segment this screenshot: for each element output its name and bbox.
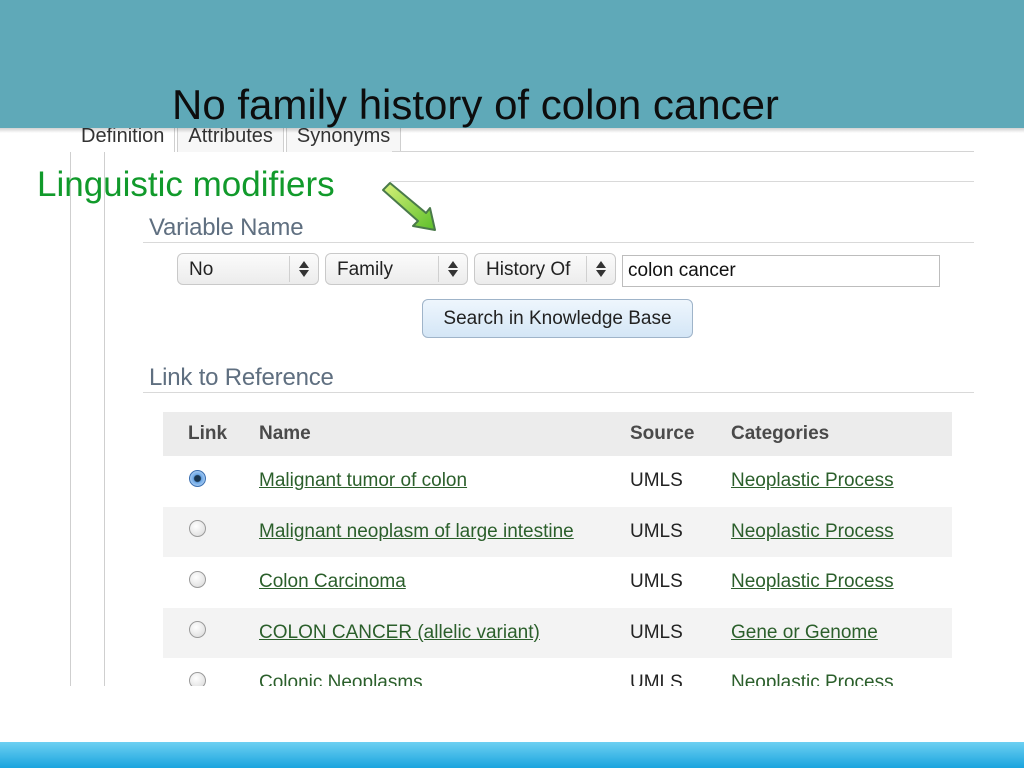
radio-icon[interactable]	[189, 520, 206, 538]
select-separator	[438, 256, 439, 282]
select-value: No	[189, 259, 214, 280]
table-row: Colon Carcinoma UMLS Neoplastic Process	[163, 557, 952, 608]
green-arrow-icon	[382, 182, 436, 231]
col-source: Source	[630, 423, 695, 444]
source-cell: UMLS	[630, 571, 683, 593]
table-row: COLON CANCER (allelic variant) UMLS Gene…	[163, 607, 952, 658]
col-categories: Categories	[731, 423, 830, 444]
panel-border-inner	[104, 152, 105, 686]
footer-bar	[0, 742, 1024, 768]
term-input[interactable]	[622, 255, 940, 287]
tab-divider	[392, 151, 974, 152]
select-arrows-icon	[595, 258, 607, 280]
select-value: Family	[337, 259, 393, 280]
source-cell: UMLS	[630, 672, 683, 686]
select-arrows-icon	[298, 258, 310, 280]
table-row: Malignant neoplasm of large intestine UM…	[163, 506, 952, 557]
concept-link[interactable]: Malignant tumor of colon	[259, 470, 467, 491]
source-cell: UMLS	[630, 621, 683, 643]
link-reference-title: Link to Reference	[149, 364, 334, 391]
modifier-select-subject[interactable]: Family	[325, 253, 468, 285]
select-arrows-icon	[447, 258, 459, 280]
variable-name-title: Variable Name	[149, 214, 304, 241]
table-header: Link Name Source Categories	[163, 412, 952, 456]
radio-icon[interactable]	[189, 671, 206, 686]
panel-divider	[390, 181, 974, 182]
radio-icon[interactable]	[189, 621, 206, 639]
select-separator	[289, 256, 290, 282]
category-link[interactable]: Neoplastic Process	[731, 521, 894, 542]
table-row: Malignant tumor of colon UMLS Neoplastic…	[163, 456, 952, 507]
select-value: History Of	[486, 259, 571, 280]
source-cell: UMLS	[630, 470, 683, 492]
concept-link[interactable]: COLON CANCER (allelic variant)	[259, 622, 540, 643]
concept-link[interactable]: Colon Carcinoma	[259, 571, 406, 592]
concept-link[interactable]: Colonic Neoplasms	[259, 672, 423, 686]
slide-title: No family history of colon cancer	[172, 81, 779, 128]
col-link: Link	[188, 423, 228, 444]
category-link[interactable]: Neoplastic Process	[731, 672, 894, 686]
modifier-select-temporality[interactable]: History Of	[474, 253, 616, 285]
radio-icon[interactable]	[189, 570, 206, 588]
category-link[interactable]: Neoplastic Process	[731, 571, 894, 592]
panel-border-outer	[70, 152, 71, 686]
col-name: Name	[259, 423, 311, 444]
annotation-label: Linguistic modifiers	[37, 165, 335, 204]
link-reference-rule	[143, 392, 974, 393]
variable-name-rule	[143, 242, 974, 243]
select-separator	[586, 256, 587, 282]
radio-selected-icon[interactable]	[189, 469, 206, 487]
search-knowledge-base-button[interactable]: Search in Knowledge Base	[422, 299, 693, 338]
concept-link[interactable]: Malignant neoplasm of large intestine	[259, 521, 574, 542]
reference-table: Link Name Source Categories Malignant tu…	[163, 412, 952, 686]
category-link[interactable]: Gene or Genome	[731, 622, 878, 643]
source-cell: UMLS	[630, 520, 683, 542]
table-row: Colonic Neoplasms UMLS Neoplastic Proces…	[163, 658, 952, 686]
modifier-select-negation[interactable]: No	[177, 253, 319, 285]
category-link[interactable]: Neoplastic Process	[731, 470, 894, 491]
